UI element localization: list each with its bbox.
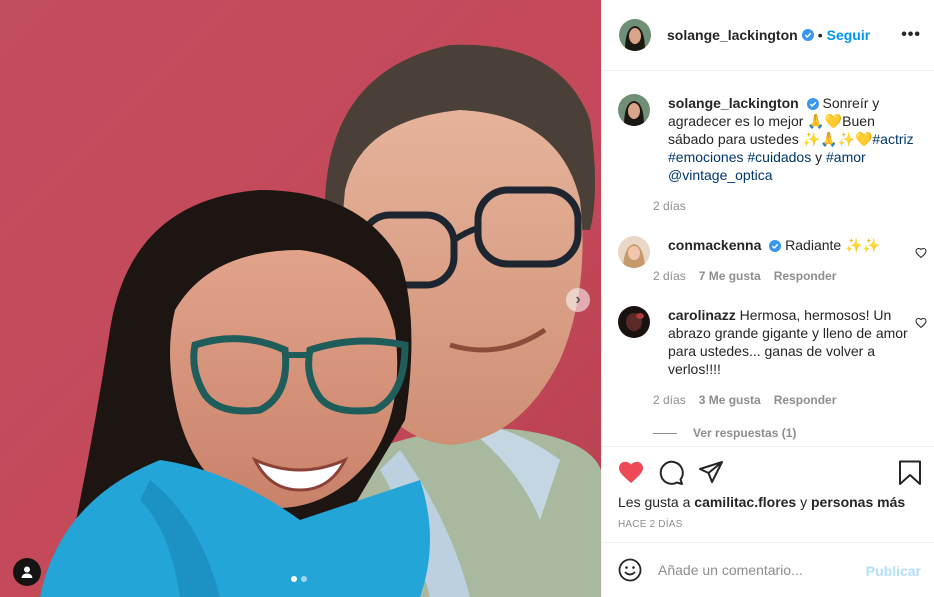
comment-body: Radiante ✨✨ <box>785 237 880 253</box>
mention-link[interactable]: @vintage_optica <box>668 167 773 183</box>
emoji-icon[interactable] <box>618 558 642 582</box>
verified-badge-icon <box>769 240 782 252</box>
likes-middle: y <box>800 494 808 510</box>
chevron-right-icon: › <box>575 291 581 308</box>
avatar[interactable] <box>618 236 650 268</box>
tagged-users-button[interactable] <box>13 558 41 586</box>
caption-text: solange_lackington Sonreír y agradecer e… <box>668 94 918 184</box>
avatar[interactable] <box>618 94 650 126</box>
next-image-button[interactable]: › <box>566 288 590 312</box>
comment-username[interactable]: carolinazz <box>668 307 736 323</box>
more-options-icon[interactable]: ••• <box>901 26 921 44</box>
post-timestamp[interactable]: HACE 2 DÍAS <box>618 519 682 530</box>
hashtag-link[interactable]: #emociones <box>668 149 744 165</box>
avatar[interactable] <box>618 306 650 338</box>
instagram-post-modal: › solange_lackington • Seguir ••• solang… <box>0 0 934 597</box>
comments-section[interactable]: solange_lackington Sonreír y agradecer e… <box>602 72 934 446</box>
share-icon[interactable] <box>698 460 724 484</box>
comment-meta: 2 días 7 Me gusta Responder <box>653 269 836 283</box>
comment-text: conmackenna Radiante ✨✨ <box>668 236 918 268</box>
comment-likes[interactable]: 3 Me gusta <box>699 393 761 407</box>
comment-text: carolinazz Hermosa, hermosos! Un abrazo … <box>668 306 918 378</box>
likes-prefix: Les gusta a <box>618 494 691 510</box>
comment-username[interactable]: conmackenna <box>668 237 761 253</box>
post-actions: Les gusta a camilitac.flores y personas … <box>602 446 934 542</box>
reply-button[interactable]: Responder <box>774 393 837 407</box>
user-icon <box>21 566 33 578</box>
verified-badge-icon <box>801 29 814 41</box>
caption-username[interactable]: solange_lackington <box>668 95 799 111</box>
carousel-indicator <box>291 576 307 582</box>
avatar[interactable] <box>619 19 651 51</box>
separator-dot: • <box>817 27 823 43</box>
avatar-image <box>618 236 650 268</box>
comment-item: conmackenna Radiante ✨✨ <box>618 236 928 268</box>
comment-time[interactable]: 2 días <box>653 269 686 283</box>
comment-input[interactable] <box>658 562 858 578</box>
comment-meta: 2 días 3 Me gusta Responder <box>653 393 836 407</box>
view-replies-button[interactable]: Ver respuestas (1) <box>653 426 796 440</box>
avatar-image <box>619 19 651 51</box>
hashtag-link[interactable]: #cuidados <box>747 149 811 165</box>
carousel-dot-active <box>291 576 297 582</box>
replies-divider <box>653 432 677 434</box>
carousel-dot <box>301 576 307 582</box>
avatar-image <box>618 94 650 126</box>
bookmark-icon[interactable] <box>898 460 922 486</box>
likes-summary: Les gusta a camilitac.flores y personas … <box>618 494 905 510</box>
like-comment-heart-icon[interactable] <box>915 317 927 329</box>
post-header: solange_lackington • Seguir ••• <box>602 0 934 71</box>
hashtag-link[interactable]: #amor <box>826 149 866 165</box>
liker-username[interactable]: camilitac.flores <box>694 494 796 510</box>
hashtag-link[interactable]: #actriz <box>872 131 913 147</box>
view-replies-label: Ver respuestas (1) <box>693 426 797 440</box>
post-author-username[interactable]: solange_lackington <box>667 27 798 43</box>
caption-meta: 2 días <box>653 199 686 213</box>
avatar-image <box>618 306 650 338</box>
comment-likes[interactable]: 7 Me gusta <box>699 269 761 283</box>
verified-badge-icon <box>806 98 819 110</box>
comment-item: carolinazz Hermosa, hermosos! Un abrazo … <box>618 306 928 378</box>
caption: solange_lackington Sonreír y agradecer e… <box>618 94 928 184</box>
follow-button[interactable]: Seguir <box>827 27 871 43</box>
add-comment-bar: Publicar <box>602 542 934 597</box>
likes-others-link[interactable]: personas más <box>811 494 905 510</box>
post-sidebar: solange_lackington • Seguir ••• solange_… <box>601 0 934 597</box>
like-comment-heart-icon[interactable] <box>915 247 927 259</box>
heart-filled-icon[interactable] <box>618 460 644 484</box>
comment-icon[interactable] <box>658 460 684 486</box>
photo-illustration <box>0 0 601 597</box>
comment-time[interactable]: 2 días <box>653 393 686 407</box>
caption-time[interactable]: 2 días <box>653 199 686 213</box>
caption-connector: y <box>815 149 823 165</box>
reply-button[interactable]: Responder <box>774 269 837 283</box>
post-photo[interactable]: › <box>0 0 601 597</box>
publish-button[interactable]: Publicar <box>866 563 921 579</box>
